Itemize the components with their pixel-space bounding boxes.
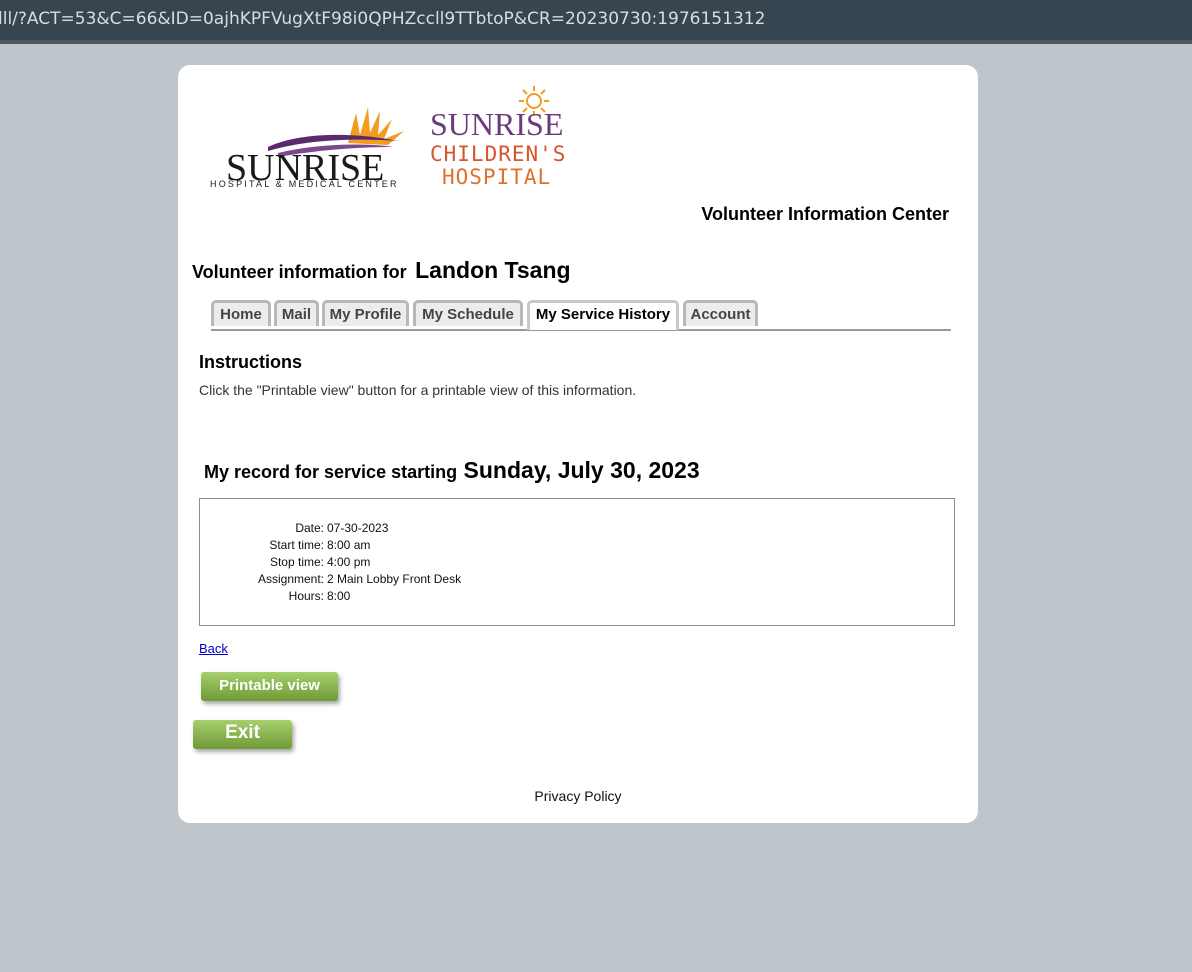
record-value: 8:00 am	[327, 538, 371, 552]
record-value: 8:00	[327, 589, 351, 603]
sunrise-childrens-logo: SUNRISE CHILDREN'S HOSPITAL	[430, 86, 566, 189]
tab-my-schedule[interactable]: My Schedule	[413, 300, 523, 326]
record-heading: My record for service starting Sunday, J…	[204, 457, 700, 484]
volunteer-label: Volunteer information for	[192, 262, 407, 282]
childrens-logo-name: SUNRISE	[430, 106, 563, 142]
record-label: Start time:	[269, 538, 324, 552]
tab-account[interactable]: Account	[683, 300, 758, 326]
record-row-assignment: Assignment: 2 Main Lobby Front Desk	[200, 571, 461, 588]
privacy-policy-link[interactable]: Privacy Policy	[178, 788, 978, 804]
childrens-logo-line3: HOSPITAL	[442, 165, 551, 189]
record-row-start-time: Start time: 8:00 am	[200, 537, 461, 554]
record-heading-label: My record for service starting	[204, 462, 458, 482]
volunteer-heading: Volunteer information for Landon Tsang	[192, 257, 571, 284]
hospital-logo-tagline: HOSPITAL & MEDICAL CENTER	[210, 179, 399, 189]
main-card: SUNRISE HOSPITAL & MEDICAL CENTER SUNRIS…	[178, 65, 978, 823]
address-bar[interactable]: lll/?ACT=53&C=66&ID=0ajhKPFVugXtF98i0QPH…	[0, 0, 1192, 44]
record-label: Hours:	[288, 589, 324, 603]
tab-my-profile[interactable]: My Profile	[322, 300, 409, 326]
volunteer-name: Landon Tsang	[415, 257, 571, 283]
record-value: 07-30-2023	[327, 521, 389, 535]
address-bar-url: lll/?ACT=53&C=66&ID=0ajhKPFVugXtF98i0QPH…	[0, 9, 766, 29]
childrens-logo-line2: CHILDREN'S	[430, 142, 566, 166]
back-link[interactable]: Back	[199, 641, 228, 656]
tab-bar: Home Mail My Profile My Schedule My Serv…	[211, 300, 951, 331]
sunrise-hospital-logo: SUNRISE HOSPITAL & MEDICAL CENTER	[210, 107, 404, 189]
exit-button[interactable]: Exit	[193, 720, 292, 749]
record-heading-date: Sunday, July 30, 2023	[463, 457, 700, 483]
tab-my-service-history[interactable]: My Service History	[527, 300, 679, 330]
instructions-heading: Instructions	[199, 352, 303, 372]
record-value: 2 Main Lobby Front Desk	[327, 572, 462, 586]
record-value: 4:00 pm	[327, 555, 371, 569]
tab-home[interactable]: Home	[211, 300, 271, 326]
tab-mail[interactable]: Mail	[274, 300, 319, 326]
record-label: Assignment:	[257, 572, 324, 586]
site-title: Volunteer Information Center	[701, 204, 949, 224]
instructions-text: Click the "Printable view" button for a …	[199, 382, 637, 398]
record-details-box: Date: 07-30-2023 Start time: 8:00 am Sto…	[199, 498, 955, 626]
record-details-table: Date: 07-30-2023 Start time: 8:00 am Sto…	[200, 520, 461, 605]
record-label: Date:	[295, 521, 324, 535]
printable-view-button[interactable]: Printable view	[201, 672, 338, 701]
record-row-hours: Hours: 8:00	[200, 588, 461, 605]
record-row-stop-time: Stop time: 4:00 pm	[200, 554, 461, 571]
record-row-date: Date: 07-30-2023	[200, 520, 461, 537]
record-label: Stop time:	[269, 555, 324, 569]
